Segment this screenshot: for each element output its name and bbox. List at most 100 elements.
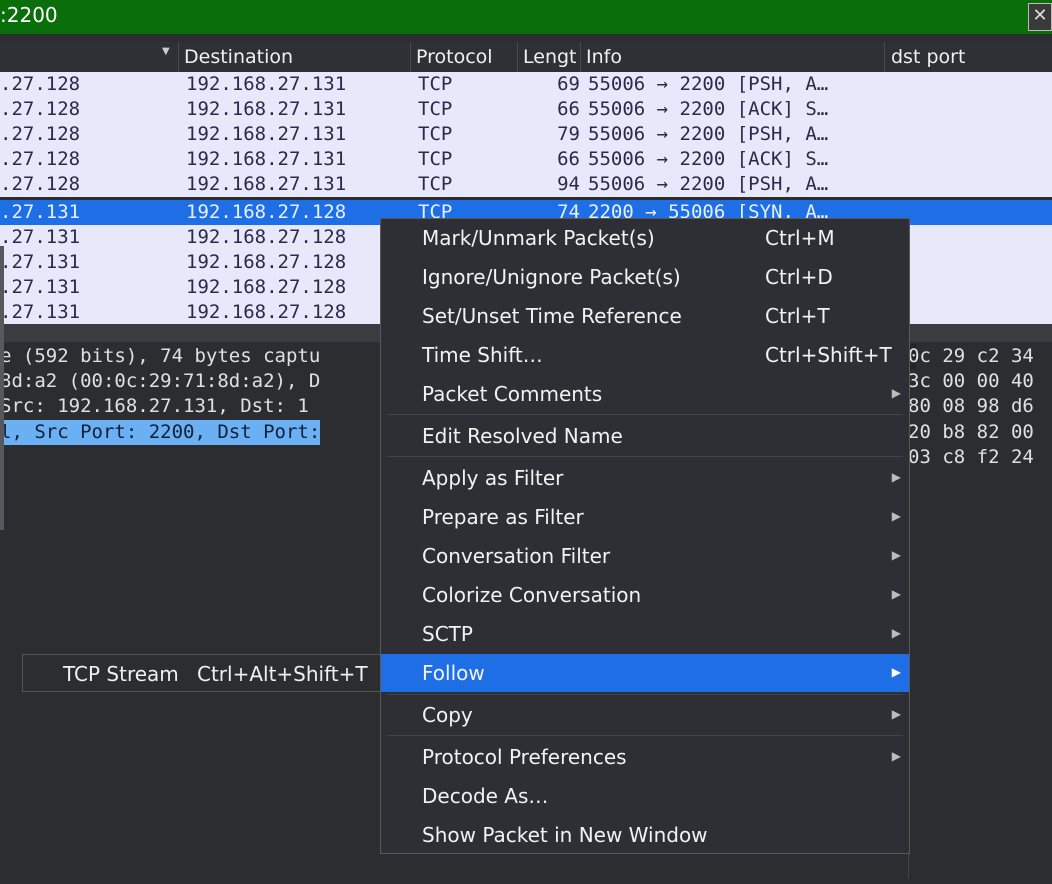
cell-source: .27.131: [0, 251, 81, 273]
menu-item-label: Decode As…: [422, 784, 549, 808]
column-divider[interactable]: [884, 42, 885, 72]
packet-context-menu: Mark/Unmark Packet(s) Ctrl+M Ignore/Unig…: [380, 218, 910, 854]
detail-tcp-line[interactable]: l, Src Port: 2200, Dst Port:: [0, 420, 321, 445]
cell-protocol: TCP: [418, 173, 453, 195]
cell-protocol: TCP: [418, 123, 453, 145]
cell-destination: 192.168.27.128: [186, 251, 347, 273]
column-dst-port[interactable]: dst port: [891, 46, 965, 68]
cell-destination: 192.168.27.131: [186, 148, 347, 170]
menu-item-copy[interactable]: Copy ▶: [381, 696, 909, 734]
table-row[interactable]: .27.128 192.168.27.131 TCP 79 55006 → 22…: [0, 122, 1052, 147]
chevron-right-icon: ▶: [891, 548, 901, 562]
menu-item-edit-resolved-name[interactable]: Edit Resolved Name: [381, 417, 909, 455]
menu-item-decode-as[interactable]: Decode As…: [381, 777, 909, 815]
cell-destination: 192.168.27.128: [186, 226, 347, 248]
cell-source: .27.131: [0, 276, 81, 298]
shortcut-label: Ctrl+M: [765, 226, 835, 250]
cell-source: .27.131: [0, 226, 81, 248]
shortcut-label: Ctrl+Shift+T: [765, 343, 892, 367]
chevron-right-icon: ▶: [891, 470, 901, 484]
cell-protocol: TCP: [418, 148, 453, 170]
table-row[interactable]: .27.128 192.168.27.131 TCP 66 55006 → 22…: [0, 97, 1052, 122]
column-length[interactable]: Lengt: [523, 46, 577, 68]
clear-filter-icon[interactable]: ✕: [1028, 3, 1052, 31]
cell-info: 55006 → 2200 [PSH, A…: [588, 73, 829, 95]
pane-edge: [0, 246, 4, 530]
cell-destination: 192.168.27.131: [186, 123, 347, 145]
cell-info: 55006 → 2200 [PSH, A…: [588, 123, 829, 145]
menu-item-prepare-as-filter[interactable]: Prepare as Filter ▶: [381, 498, 909, 536]
cell-destination: 192.168.27.131: [186, 73, 347, 95]
shortcut-label: Ctrl+D: [765, 265, 833, 289]
column-info[interactable]: Info: [586, 46, 622, 68]
hex-divider: [908, 854, 909, 879]
menu-item-colorize-conversation[interactable]: Colorize Conversation ▶: [381, 576, 909, 614]
detail-frame-line[interactable]: e (592 bits), 74 bytes captu: [0, 344, 320, 369]
shortcut-label: Ctrl+T: [765, 304, 830, 328]
menu-item-tcp-stream[interactable]: TCP Stream: [63, 662, 179, 686]
menu-item-conversation-filter[interactable]: Conversation Filter ▶: [381, 537, 909, 575]
follow-submenu: TCP Stream Ctrl+Alt+Shift+T: [22, 654, 384, 692]
cell-protocol: TCP: [418, 73, 453, 95]
hex-line[interactable]: 20 b8 82 00: [908, 420, 1034, 445]
cell-length: 79: [557, 123, 580, 145]
column-divider[interactable]: [178, 42, 179, 72]
cell-source: .27.128: [0, 148, 81, 170]
cell-info: 55006 → 2200 [ACK] S…: [588, 148, 829, 170]
menu-item-label: Prepare as Filter: [422, 505, 584, 529]
menu-item-label: SCTP: [422, 622, 473, 646]
menu-item-label: Follow: [422, 661, 485, 685]
menu-item-time-shift[interactable]: Time Shift… Ctrl+Shift+T: [381, 336, 909, 374]
menu-item-protocol-preferences[interactable]: Protocol Preferences ▶: [381, 738, 909, 776]
menu-separator: [387, 735, 903, 736]
table-row[interactable]: .27.128 192.168.27.131 TCP 69 55006 → 22…: [0, 72, 1052, 97]
cell-source: .27.128: [0, 123, 81, 145]
cell-source: .27.131: [0, 301, 81, 323]
sort-down-icon[interactable]: ▼: [162, 46, 170, 57]
column-divider[interactable]: [580, 42, 581, 72]
menu-item-label: Show Packet in New Window: [422, 823, 708, 847]
menu-item-sctp[interactable]: SCTP ▶: [381, 615, 909, 653]
chevron-right-icon: ▶: [891, 587, 901, 601]
menu-item-label: Packet Comments: [422, 382, 603, 406]
cell-destination: 192.168.27.131: [186, 98, 347, 120]
chevron-right-icon: ▶: [891, 386, 901, 400]
display-filter-input[interactable]: :2200: [0, 3, 58, 27]
column-divider[interactable]: [517, 42, 518, 72]
cell-source: .27.128: [0, 98, 81, 120]
menu-item-ignore-packet[interactable]: Ignore/Unignore Packet(s) Ctrl+D: [381, 258, 909, 296]
column-protocol[interactable]: Protocol: [416, 46, 493, 68]
table-row[interactable]: .27.128 192.168.27.131 TCP 94 55006 → 22…: [0, 172, 1052, 197]
column-destination[interactable]: Destination: [184, 46, 293, 68]
cell-info: 55006 → 2200 [PSH, A…: [588, 173, 829, 195]
menu-item-show-in-new-window[interactable]: Show Packet in New Window: [381, 816, 909, 854]
menu-item-time-reference[interactable]: Set/Unset Time Reference Ctrl+T: [381, 297, 909, 335]
menu-separator: [387, 694, 903, 695]
shortcut-label: Ctrl+Alt+Shift+T: [197, 662, 368, 686]
menu-item-follow[interactable]: Follow ▶: [381, 654, 909, 692]
cell-destination: 192.168.27.128: [186, 301, 347, 323]
cell-length: 94: [557, 173, 580, 195]
cell-length: 66: [557, 98, 580, 120]
hex-line[interactable]: 03 c8 f2 24: [908, 445, 1034, 470]
menu-item-apply-as-filter[interactable]: Apply as Filter ▶: [381, 459, 909, 497]
menu-item-label: Ignore/Unignore Packet(s): [422, 265, 681, 289]
menu-item-label: Conversation Filter: [422, 544, 611, 568]
hex-line[interactable]: 3c 00 00 40: [908, 369, 1034, 394]
packet-list-header: ▼ Destination Protocol Lengt Info dst po…: [0, 42, 1052, 73]
detail-ip-line[interactable]: Src: 192.168.27.131, Dst: 1: [0, 394, 309, 419]
display-filter-bar[interactable]: :2200 ✕: [0, 0, 1052, 34]
menu-item-label: Colorize Conversation: [422, 583, 642, 607]
detail-ethernet-line[interactable]: 8d:a2 (00:0c:29:71:8d:a2), D: [0, 369, 320, 394]
column-divider[interactable]: [410, 42, 411, 72]
cell-length: 66: [557, 148, 580, 170]
menu-item-mark-packet[interactable]: Mark/Unmark Packet(s) Ctrl+M: [381, 219, 909, 257]
menu-separator: [387, 414, 903, 415]
hex-line[interactable]: 80 08 98 d6: [908, 394, 1034, 419]
table-row[interactable]: .27.128 192.168.27.131 TCP 66 55006 → 22…: [0, 147, 1052, 172]
cell-destination: 192.168.27.131: [186, 173, 347, 195]
menu-separator: [387, 456, 903, 457]
menu-item-packet-comments[interactable]: Packet Comments ▶: [381, 375, 909, 413]
hex-line[interactable]: 0c 29 c2 34: [908, 344, 1034, 369]
chevron-right-icon: ▶: [891, 707, 901, 721]
